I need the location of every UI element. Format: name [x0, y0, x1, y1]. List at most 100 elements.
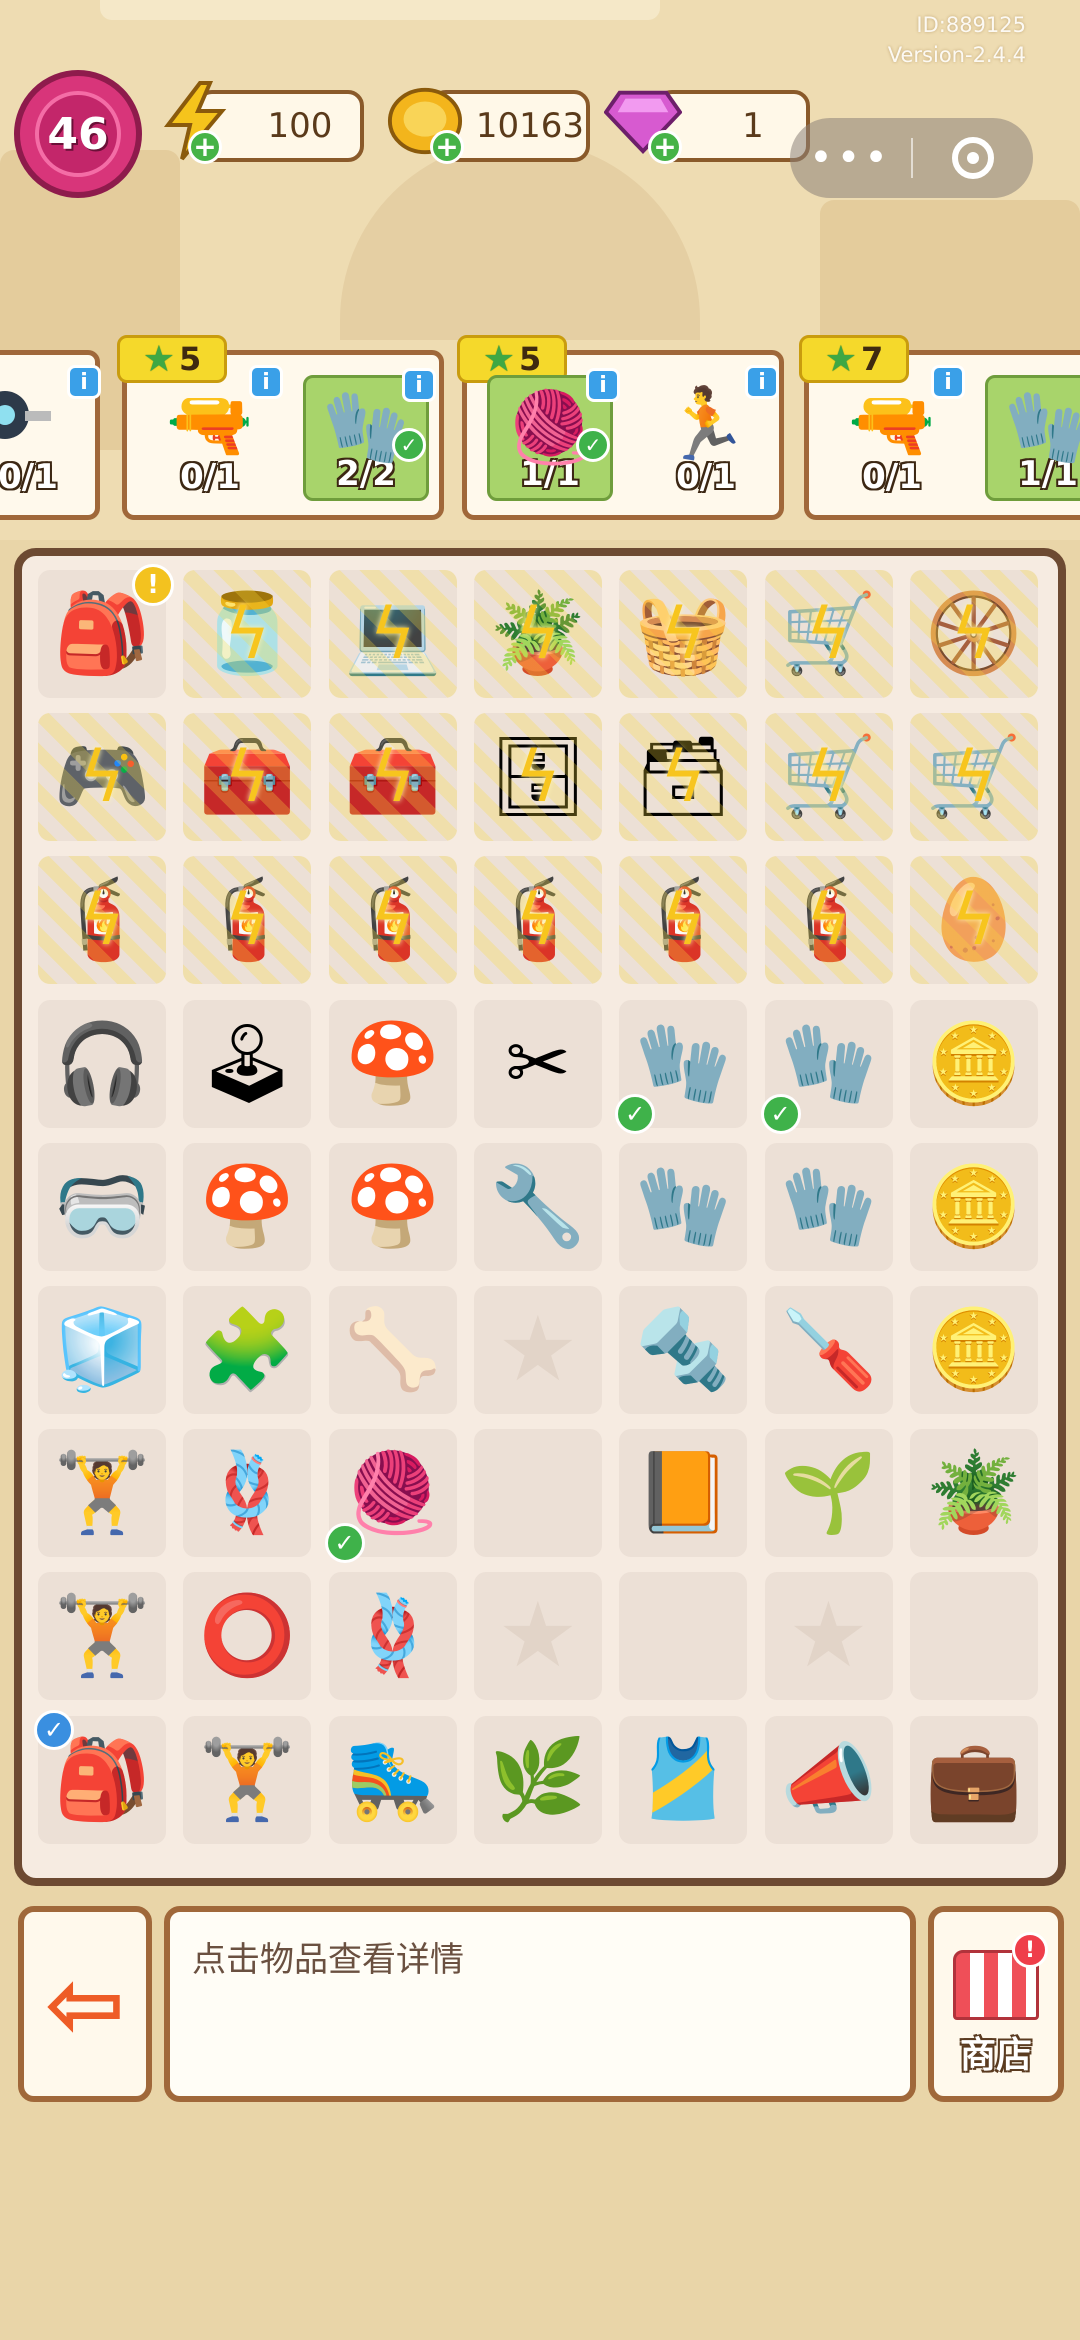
info-icon[interactable]: i [931, 365, 965, 399]
board-cell[interactable]: 🫙 ϟ [183, 570, 312, 698]
board-cell[interactable]: 💼 [909, 1715, 1038, 1844]
board-cell[interactable]: 🪛 [764, 1286, 893, 1414]
board-cell[interactable]: 🧰 ϟ [328, 713, 457, 842]
order-card[interactable]: ★ 5 🧶 1/1 i ✓ 🏃 0/1 i [457, 335, 784, 520]
board-cell[interactable]: 🧤 ✓ [615, 999, 748, 1134]
level-badge[interactable]: 46 [14, 70, 142, 198]
info-icon[interactable]: i [402, 368, 436, 402]
shop-button[interactable]: 商店 ! [928, 1906, 1064, 2102]
board-cell[interactable] [619, 1572, 748, 1701]
board-cell[interactable]: ✂ [473, 999, 602, 1128]
order-item[interactable]: 0/1 i [0, 365, 101, 501]
wheel-icon [0, 391, 51, 439]
board-cell[interactable]: 📙 [619, 1429, 748, 1558]
board-cell[interactable]: 📣 [764, 1715, 893, 1844]
board-cell[interactable]: 🌿 [473, 1715, 602, 1844]
board-item-icon: 🔧 [489, 1161, 587, 1252]
add-energy-button[interactable]: + [188, 130, 222, 164]
board-cell[interactable]: 🪙 [909, 999, 1038, 1128]
board-cell[interactable]: 🛞 ϟ [909, 570, 1038, 698]
board-cell[interactable]: 🎒 ✓ [34, 1709, 166, 1844]
order-item[interactable]: 🧶 1/1 i ✓ [487, 368, 620, 501]
board-cell[interactable]: 🪙 [909, 1286, 1038, 1414]
board-cell[interactable]: 🍄 [328, 1142, 457, 1271]
board-cell[interactable]: ★ [473, 1286, 602, 1414]
info-icon[interactable]: i [67, 365, 101, 399]
board-cell[interactable]: 🧩 [183, 1286, 312, 1414]
board-cell[interactable]: 🏋 [38, 1429, 166, 1558]
board-cell[interactable]: 🧤 [619, 1142, 748, 1271]
board-cell[interactable]: 🥚 ϟ [909, 856, 1038, 985]
board-cell[interactable]: 🧊 [38, 1286, 166, 1414]
board-cell[interactable]: 🧯 ϟ [183, 856, 312, 985]
board-cell[interactable]: 🧯 ϟ [619, 856, 748, 985]
info-icon[interactable]: i [745, 365, 779, 399]
board-cell[interactable]: 🗄 ϟ [473, 713, 602, 842]
board-cell[interactable]: 🧤 ✓ [760, 999, 893, 1134]
board-cell[interactable]: ⭕ [183, 1572, 312, 1701]
board-cell[interactable]: 🍄 [328, 999, 457, 1128]
board-cell[interactable]: 🔩 [619, 1286, 748, 1414]
board-cell[interactable] [473, 1429, 602, 1558]
board-cell[interactable]: 🗃 ϟ [619, 713, 748, 842]
energy-lock-icon: ϟ [78, 736, 126, 819]
more-dots-icon[interactable]: ••• [790, 135, 911, 181]
board-cell[interactable]: 🧯 ϟ [38, 856, 166, 985]
board-cell[interactable]: ★ [764, 1572, 893, 1701]
board-cell[interactable]: 🧰 ϟ [183, 713, 312, 842]
board-cell[interactable]: 🎽 [619, 1715, 748, 1844]
order-item[interactable]: 🔫 0/1 i [147, 365, 283, 501]
board-cell[interactable]: 🏋 [38, 1572, 166, 1701]
board-cell[interactable]: 🪴 [909, 1429, 1038, 1558]
board-item-icon: 🪴 [925, 1448, 1023, 1539]
board-cell[interactable]: 🪢 [328, 1572, 457, 1701]
order-item[interactable]: 🔫 0/1 i [829, 365, 965, 501]
order-card[interactable]: ★ 5 🔫 0/1 i 🧤 2/2 i ✓ [117, 335, 444, 520]
order-item[interactable]: 🏃 0/1 i [643, 365, 779, 501]
board-cell[interactable]: 🧯 ϟ [328, 856, 457, 985]
board-cell[interactable]: 🛼 [328, 1715, 457, 1844]
board-cell[interactable]: 🎧 [38, 999, 166, 1128]
energy-lock-icon: ϟ [805, 736, 852, 819]
energy-lock-icon: ϟ [950, 593, 997, 675]
board-cell[interactable]: 🪙 [909, 1142, 1038, 1271]
board-cell[interactable]: 🧶 ✓ [324, 1429, 457, 1564]
board-cell[interactable]: 🛒 ϟ [909, 713, 1038, 842]
board-cell[interactable]: 🧤 [764, 1142, 893, 1271]
board-cell[interactable]: 🎒! [38, 564, 174, 698]
board-cell[interactable]: 🧯 ϟ [764, 856, 893, 985]
order-item[interactable]: 🧤 1/1 [985, 375, 1080, 501]
info-icon[interactable]: i [586, 368, 620, 402]
blue-check-icon: ✓ [34, 1709, 74, 1750]
add-gems-button[interactable]: + [648, 130, 682, 164]
board-item-icon: 🧤 [634, 1018, 732, 1109]
board-cell[interactable]: 🎮 ϟ [38, 713, 166, 842]
board-cell[interactable]: 🦴 [328, 1286, 457, 1414]
order-card[interactable]: ★ 7 🔫 0/1 i 🧤 1/1 [799, 335, 1080, 520]
info-icon[interactable]: i [249, 365, 283, 399]
board-cell[interactable]: 🔧 [473, 1142, 602, 1271]
board-cell[interactable]: 🕹 [183, 999, 312, 1128]
board-cell[interactable]: 🧯 ϟ [473, 856, 602, 985]
order-star-count: 5 [179, 340, 202, 378]
board-cell[interactable]: 🌱 [764, 1429, 893, 1558]
board-cell[interactable] [909, 1572, 1038, 1701]
board-cell[interactable]: ★ [473, 1572, 602, 1701]
board-item-icon: 🏋 [53, 1448, 151, 1539]
board-cell[interactable]: 🧺 ϟ [619, 570, 748, 698]
order-item[interactable]: 🧤 2/2 i ✓ [303, 368, 436, 501]
energy-lock-icon: ϟ [660, 879, 707, 962]
board-cell[interactable]: 🍄 [183, 1142, 312, 1271]
order-card[interactable]: 0/1 i [0, 350, 101, 520]
board-cell[interactable]: 🪢 [183, 1429, 312, 1558]
board-cell[interactable]: 🛒 ϟ [764, 570, 893, 698]
board-cell[interactable]: 🪴 ϟ [473, 570, 602, 698]
board-cell[interactable]: 💻 ϟ [328, 570, 457, 698]
board-cell[interactable]: 🥽 [38, 1142, 166, 1271]
star-icon: ★ [824, 338, 857, 380]
add-coins-button[interactable]: + [430, 130, 464, 164]
board-cell[interactable]: 🏋 [183, 1715, 312, 1844]
board-cell[interactable]: 🛒 ϟ [764, 713, 893, 842]
close-program-button[interactable] [913, 137, 1033, 179]
exit-button[interactable]: ⇦ [18, 1906, 152, 2102]
